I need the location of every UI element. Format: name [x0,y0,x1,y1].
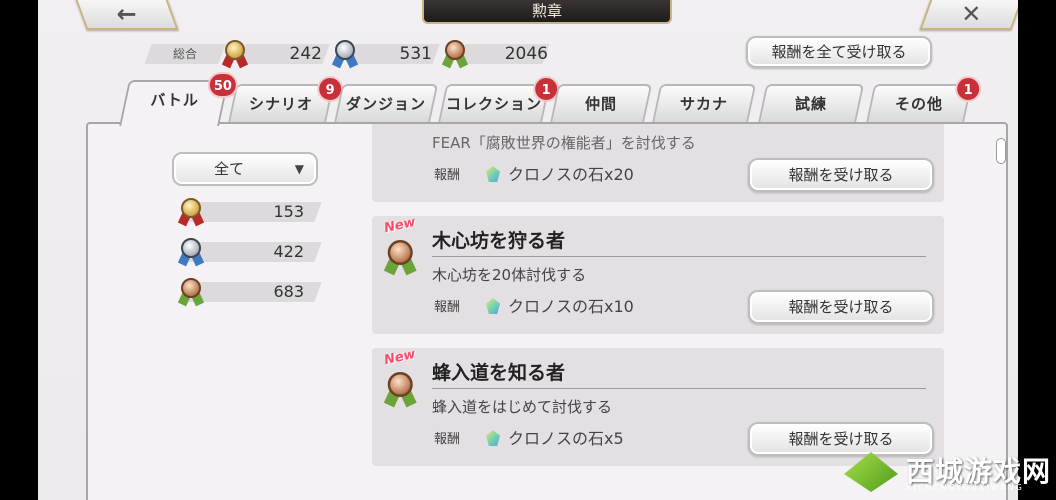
close-icon: ✕ [961,0,982,28]
bronze-medal-icon [383,372,417,408]
tab-trial[interactable]: 試練 [757,84,865,124]
mission-desc: FEAR「腐敗世界の権能者」を討伐する [432,134,696,152]
tab-badge: 50 [207,72,238,98]
count-gold: 153 [174,198,324,227]
reward-label: 報酬 [434,432,461,447]
leaf-logo-icon [844,452,898,492]
chevron-down-icon: ▼ [294,162,304,176]
tab-fish[interactable]: サカナ [651,84,757,124]
filter-dropdown[interactable]: 全て ▼ [172,152,318,186]
tab-companion[interactable]: 仲間 [549,84,653,124]
reward-text: クロノスの石x5 [508,429,624,448]
right-letterbox [1018,0,1056,500]
tab-badge: 1 [955,76,982,102]
collect-all-button[interactable]: 報酬を全て受け取る [746,36,932,68]
claim-reward-button[interactable]: 報酬を受け取る [748,290,934,324]
new-badge: New [382,214,417,237]
gold-medal-icon [221,40,249,69]
tab-battle[interactable]: バトル 50 [119,72,238,126]
gold-medal-icon [177,198,205,227]
tab-scenario[interactable]: シナリオ 9 [227,76,344,124]
chronos-stone-icon [486,298,500,314]
left-letterbox [0,0,38,500]
total-bronze: 2046 [441,40,562,69]
silver-medal-icon [331,40,359,69]
mission-desc: 蜂入道をはじめて討伐する [432,398,613,416]
total-gold: 242 [221,40,332,69]
mission-card: New 木心坊を狩る者 木心坊を20体討伐する 報酬 クロノスの石x10 報酬を… [372,214,944,334]
medal-screen: ← 勲章 ✕ 総合 242 531 2046 報酬を全て受け取る バトル 50 … [38,0,1018,500]
claim-reward-button[interactable]: 報酬を受け取る [748,158,934,192]
bronze-medal-icon [441,40,469,69]
reward-text: クロノスの石x10 [508,297,634,316]
tab-collection[interactable]: コレクション 1 [437,76,560,124]
mission-card: FEAR「腐敗世界の権能者」を討伐する 報酬 クロノスの石x20 報酬を受け取る [372,124,944,202]
count-bronze: 683 [174,278,324,307]
silver-medal-icon [177,238,205,267]
tab-other[interactable]: その他 1 [865,76,982,124]
bronze-medal-icon [177,278,205,307]
chronos-stone-icon [486,430,500,446]
mission-panel: 全て ▼ 153 422 683 FEAR「腐敗世界の権能者」を討伐する 報酬 … [86,122,1008,500]
scrollbar[interactable] [996,138,1006,164]
bronze-medal-icon [383,240,417,276]
close-button[interactable]: ✕ [919,0,1018,30]
total-bronze-count: 2046 [504,44,548,64]
mission-title: 木心坊を狩る者 [432,230,566,252]
back-button[interactable]: ← [73,0,179,30]
reward-label: 報酬 [434,168,461,183]
totals-label: 総合 [144,44,226,64]
chronos-stone-icon [486,166,500,182]
total-silver: 531 [331,40,442,69]
total-silver-count: 531 [399,44,432,64]
back-arrow-icon: ← [116,0,137,28]
count-silver: 422 [174,238,324,267]
new-badge: New [382,346,417,369]
reward-label: 報酬 [434,300,461,315]
watermark-logo: 西城游戏网 XICHENGYOUXIWANG [842,448,1052,498]
mission-desc: 木心坊を20体討伐する [432,266,587,284]
tab-dungeon[interactable]: ダンジョン [333,84,439,124]
reward-text: クロノスの石x20 [508,165,634,184]
mission-title: 蜂入道を知る者 [432,362,566,384]
page-title: 勲章 [422,0,672,24]
total-gold-count: 242 [289,44,322,64]
